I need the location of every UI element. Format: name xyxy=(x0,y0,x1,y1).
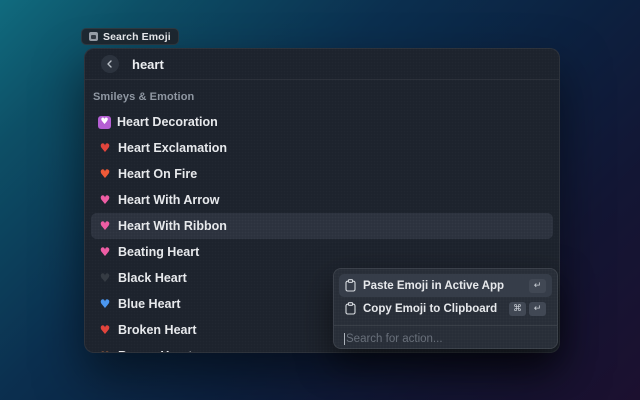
section-header: Smileys & Emotion xyxy=(91,88,553,109)
shortcut-keys: ↵ xyxy=(529,279,546,293)
emoji-row[interactable]: ♥ Heart With Ribbon xyxy=(91,213,553,239)
search-input[interactable] xyxy=(132,57,543,72)
action-list: Paste Emoji in Active App↵Copy Emoji to … xyxy=(334,269,557,320)
action-panel: Paste Emoji in Active App↵Copy Emoji to … xyxy=(333,268,558,349)
clipboard-icon xyxy=(345,279,356,292)
search-emoji-tag[interactable]: Search Emoji xyxy=(81,28,179,45)
emoji-label: Heart Exclamation xyxy=(118,141,227,155)
heart-emoji-icon: ♥ xyxy=(98,349,112,353)
heart-emoji-icon: ♥ xyxy=(98,193,112,207)
heart-emoji-icon: ♥ xyxy=(98,271,112,285)
heart-emoji-icon: ♥ xyxy=(98,323,112,337)
emoji-label: Heart Decoration xyxy=(117,115,218,129)
emoji-label: Beating Heart xyxy=(118,245,199,259)
action-label: Copy Emoji to Clipboard xyxy=(363,303,502,315)
emoji-row[interactable]: ♥ Beating Heart xyxy=(91,239,553,265)
clipboard-icon xyxy=(345,302,356,315)
emoji-row[interactable]: ♥ Heart On Fire xyxy=(91,161,553,187)
search-bar xyxy=(85,49,559,79)
tag-label: Search Emoji xyxy=(103,31,171,43)
heart-emoji-icon: ♥ xyxy=(98,116,111,129)
key-badge: ⌘ xyxy=(509,302,526,316)
heart-emoji-icon: ♥ xyxy=(98,245,112,259)
shortcut-keys: ⌘↵ xyxy=(509,302,546,316)
emoji-label: Heart With Arrow xyxy=(118,193,220,207)
emoji-label: Blue Heart xyxy=(118,297,181,311)
emoji-label: Brown Heart xyxy=(118,349,192,353)
action-label: Paste Emoji in Active App xyxy=(363,280,522,292)
key-badge: ↵ xyxy=(529,302,546,316)
emoji-label: Broken Heart xyxy=(118,323,197,337)
action-search[interactable] xyxy=(334,326,557,349)
key-badge: ↵ xyxy=(529,279,546,293)
desktop-background: Search Emoji Smileys & Emotion ♥ Heart De… xyxy=(0,0,640,400)
emoji-row[interactable]: ♥ Heart With Arrow xyxy=(91,187,553,213)
app-window-icon xyxy=(89,32,98,41)
action-search-input[interactable] xyxy=(346,333,547,345)
heart-emoji-icon: ♥ xyxy=(98,141,112,155)
emoji-label: Heart On Fire xyxy=(118,167,197,181)
emoji-label: Black Heart xyxy=(118,271,187,285)
emoji-label: Heart With Ribbon xyxy=(118,219,227,233)
emoji-row[interactable]: ♥ Heart Exclamation xyxy=(91,135,553,161)
heart-emoji-icon: ♥ xyxy=(98,219,112,233)
action-item[interactable]: Copy Emoji to Clipboard ⌘↵ xyxy=(339,297,552,320)
back-button[interactable] xyxy=(101,55,119,73)
heart-emoji-icon: ♥ xyxy=(98,297,112,311)
heart-emoji-icon: ♥ xyxy=(98,167,112,181)
action-item[interactable]: Paste Emoji in Active App ↵ xyxy=(339,274,552,297)
chevron-left-icon xyxy=(106,60,114,68)
emoji-row[interactable]: ♥ Heart Decoration xyxy=(91,109,553,135)
text-caret xyxy=(344,333,345,345)
